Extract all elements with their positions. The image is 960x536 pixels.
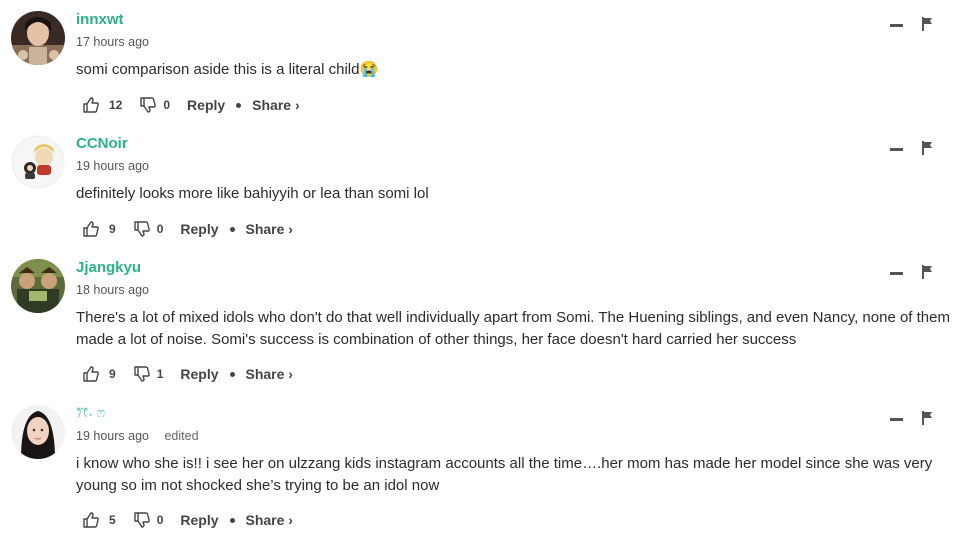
edited-label: edited xyxy=(164,429,199,443)
minimize-icon[interactable] xyxy=(890,418,903,421)
thumbs-down-icon[interactable] xyxy=(139,96,157,114)
minimize-icon[interactable] xyxy=(890,24,903,27)
separator-dot xyxy=(236,102,242,108)
like-count: 12 xyxy=(109,98,123,112)
share-button[interactable]: Share › xyxy=(246,366,293,382)
avatar[interactable] xyxy=(11,405,65,459)
comment: innxwt 17 hours ago somi comparison asid… xyxy=(0,11,960,121)
thumbs-up-icon[interactable] xyxy=(82,220,100,238)
dislike-count: 0 xyxy=(163,98,171,112)
flag-icon[interactable] xyxy=(921,411,933,425)
comment-text: i know who she is!! i see her on ulzzang… xyxy=(76,455,933,494)
thumbs-down-icon[interactable] xyxy=(133,365,151,383)
comment-controls xyxy=(890,17,940,33)
flag-icon[interactable] xyxy=(921,141,933,155)
reply-button[interactable]: Reply xyxy=(180,221,218,237)
flag-icon[interactable] xyxy=(921,265,933,279)
comment-actions: 12 0 Reply Share › xyxy=(82,94,300,116)
comment-controls xyxy=(890,141,940,157)
flag-icon[interactable] xyxy=(921,17,933,31)
comment-text: There's a lot of mixed idols who don't d… xyxy=(76,309,950,348)
comment-meta: 18 hours ago xyxy=(76,283,149,297)
like-count: 9 xyxy=(109,222,116,236)
comment: ꔫ˖ ෆ 19 hours ago edited i know who she … xyxy=(0,405,960,536)
comment-meta: 17 hours ago xyxy=(76,35,149,49)
dislike-count: 0 xyxy=(156,222,164,236)
comment-username[interactable]: ꔫ˖ ෆ xyxy=(76,405,105,421)
comment-controls xyxy=(890,265,940,281)
avatar[interactable] xyxy=(11,259,65,313)
comment-actions: 5 0 Reply Share › xyxy=(82,509,293,531)
separator-dot xyxy=(229,517,235,523)
comment-text: definitely looks more like bahiyyih or l… xyxy=(76,185,429,202)
comment-text: somi comparison aside this is a literal … xyxy=(76,61,379,78)
separator-dot xyxy=(229,226,235,232)
comment-username[interactable]: innxwt xyxy=(76,11,124,28)
comment-meta: 19 hours ago xyxy=(76,159,149,173)
like-count: 5 xyxy=(109,513,116,527)
reply-button[interactable]: Reply xyxy=(180,366,218,382)
comment-timestamp: 19 hours ago xyxy=(76,429,149,443)
avatar[interactable] xyxy=(11,135,65,189)
comment-controls xyxy=(890,411,940,427)
comment: Jjangkyu 18 hours ago There's a lot of m… xyxy=(0,259,960,391)
comment-timestamp: 18 hours ago xyxy=(76,283,149,297)
comment-timestamp: 17 hours ago xyxy=(76,35,149,49)
thumbs-up-icon[interactable] xyxy=(82,96,100,114)
minimize-icon[interactable] xyxy=(890,148,903,151)
minimize-icon[interactable] xyxy=(890,272,903,275)
comment-timestamp: 19 hours ago xyxy=(76,159,149,173)
thumbs-up-icon[interactable] xyxy=(82,365,100,383)
share-button[interactable]: Share › xyxy=(246,221,293,237)
comment-actions: 9 1 Reply Share › xyxy=(82,363,293,385)
comment-username[interactable]: CCNoir xyxy=(76,135,128,152)
comment-actions: 9 0 Reply Share › xyxy=(82,218,293,240)
avatar[interactable] xyxy=(11,11,65,65)
comment-meta: 19 hours ago edited xyxy=(76,429,199,443)
thumbs-up-icon[interactable] xyxy=(82,511,100,529)
share-button[interactable]: Share › xyxy=(252,97,299,113)
like-count: 9 xyxy=(109,367,116,381)
thumbs-down-icon[interactable] xyxy=(133,511,151,529)
reply-button[interactable]: Reply xyxy=(180,512,218,528)
comment: CCNoir 19 hours ago definitely looks mor… xyxy=(0,135,960,245)
dislike-count: 1 xyxy=(156,367,164,381)
reply-button[interactable]: Reply xyxy=(187,97,225,113)
thumbs-down-icon[interactable] xyxy=(133,220,151,238)
share-button[interactable]: Share › xyxy=(246,512,293,528)
separator-dot xyxy=(229,371,235,377)
comment-username[interactable]: Jjangkyu xyxy=(76,259,141,276)
dislike-count: 0 xyxy=(156,513,164,527)
